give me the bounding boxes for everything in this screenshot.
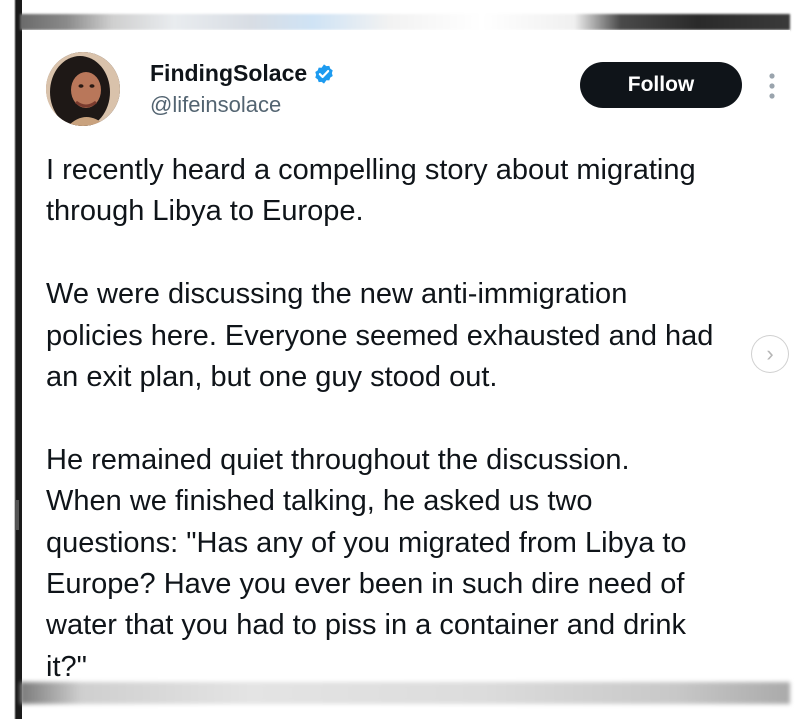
- tweet-paragraph: I recently heard a compelling story abou…: [46, 154, 696, 228]
- vertical-ellipsis-icon[interactable]: [766, 68, 778, 104]
- tweet-paragraph: We were discussing the new anti-immigrat…: [46, 278, 714, 394]
- blurred-bottom-strip: [20, 682, 790, 704]
- screen-edge-glint: [16, 500, 19, 530]
- tweet-paragraph: He remained quiet throughout the discuss…: [46, 443, 687, 683]
- author-name-row: FindingSolace: [150, 60, 335, 87]
- chevron-right-icon[interactable]: ›: [751, 335, 789, 373]
- verified-badge-icon: [313, 63, 335, 85]
- author-handle[interactable]: @lifeinsolace: [150, 92, 281, 118]
- blurred-top-strip: [20, 14, 790, 30]
- tweet-card: FindingSolace @lifeinsolace Follow I rec…: [22, 30, 790, 683]
- profile-photo-icon: [46, 52, 120, 126]
- avatar[interactable]: [46, 52, 120, 126]
- author-display-name[interactable]: FindingSolace: [150, 60, 307, 87]
- screen-edge: [0, 0, 22, 719]
- follow-button[interactable]: Follow: [580, 62, 742, 108]
- tweet-text: I recently heard a compelling story abou…: [46, 150, 786, 688]
